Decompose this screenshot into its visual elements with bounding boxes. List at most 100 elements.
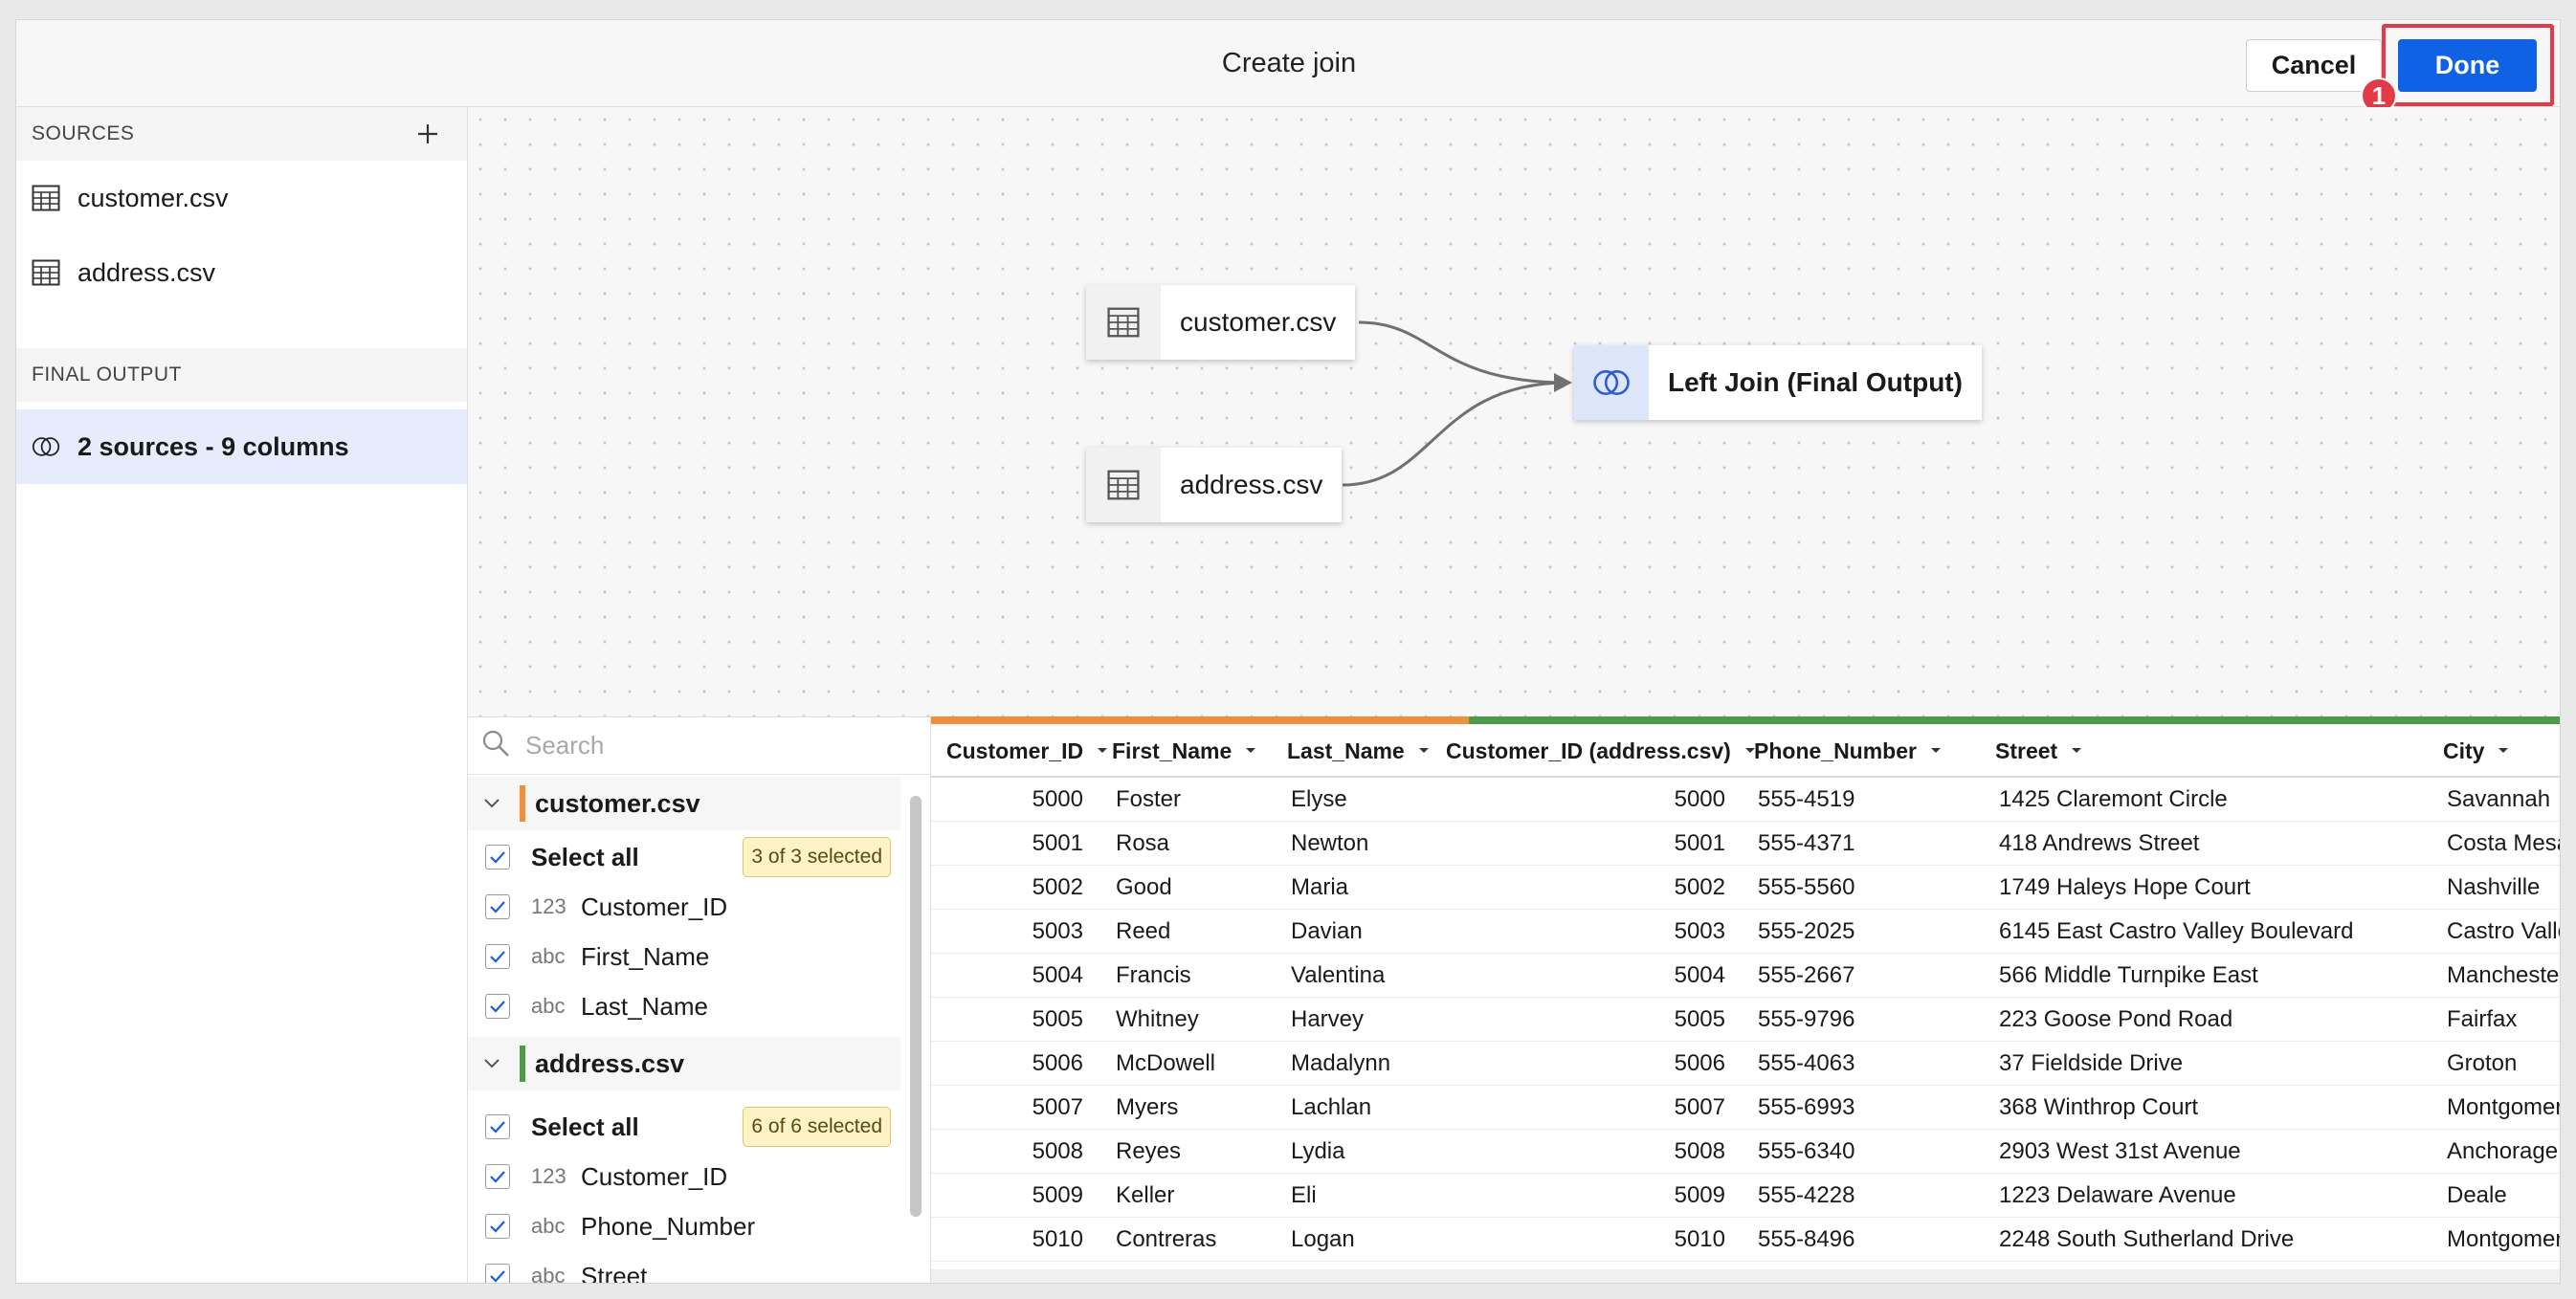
column-header[interactable]: Last_Name [1272,724,1431,778]
sources-heading: SOURCES [16,107,467,161]
column-item[interactable]: abc Phone_Number [468,1201,900,1251]
table-cell: Montgomery [2447,1094,2560,1120]
table-cell: 555-5560 [1758,874,1855,900]
source-color-strip [931,716,2560,724]
table-cell: 5007 [1674,1094,1725,1120]
done-button[interactable]: Done [2398,39,2537,92]
sidebar-item-label: address.csv [78,257,216,287]
column-header-label: First_Name [1112,738,1232,763]
checkbox[interactable] [485,944,510,969]
column-header[interactable]: First_Name [1097,724,1272,778]
table-row: 5010 Contreras Logan 5010 555-8496 2248 South… [931,1218,2560,1262]
caret-down-icon[interactable] [1418,745,1430,757]
select-all-customer[interactable]: Select all 3 of 3 selected [468,832,900,882]
table-cell: Elyse [1291,786,1347,812]
table-row: 5002 Good Maria 5002 555-5560 1749 Haleys Hop… [931,866,2560,910]
column-header[interactable]: Customer_ID (address.csv) [1431,724,1755,778]
table-cell: 555-2667 [1758,962,1855,988]
table-cell: Rosa [1116,830,1170,856]
search-input[interactable] [525,731,908,760]
column-name: Street [581,1261,648,1284]
table-cell: 555-2025 [1758,918,1855,944]
table-horizontal-scrollbar[interactable] [931,1269,2560,1283]
column-header[interactable]: Customer_ID [931,724,1108,778]
table-cell: Montgomery [2447,1226,2560,1252]
column-header[interactable]: Street [1980,724,2428,778]
caret-down-icon[interactable] [1245,745,1256,757]
join-canvas[interactable]: customer.csv address.csv Left Join (Fina… [468,107,2560,716]
table-cell: 5009 [1674,1182,1725,1208]
table-cell: 5009 [1032,1182,1083,1208]
table-cell: Newton [1291,830,1369,856]
table-cell: 2903 West 31st Avenue [1999,1138,2241,1164]
table-cell: 5006 [1032,1050,1083,1076]
table-cell: Madalynn [1291,1050,1391,1076]
checkbox[interactable] [485,994,510,1019]
table-cell: 555-6993 [1758,1094,1855,1120]
selected-count-badge: 6 of 6 selected [743,1107,891,1147]
table-cell: Deale [2447,1182,2507,1208]
canvas-node-customer-csv[interactable]: customer.csv [1086,285,1356,360]
checkbox[interactable] [485,1214,510,1239]
selected-count-badge: 3 of 3 selected [743,837,891,877]
table-cell: 5008 [1674,1138,1725,1164]
checkbox[interactable] [485,1264,510,1283]
column-type: 123 [531,1164,566,1188]
table-icon [1086,285,1161,360]
group-header-customer-csv[interactable]: customer.csv [468,777,900,830]
group-header-address-csv[interactable]: address.csv [468,1037,900,1090]
select-all-address[interactable]: Select all 6 of 6 selected [468,1102,900,1152]
source-color-bar [520,1046,525,1082]
customer-source-strip [931,716,1469,724]
column-item[interactable]: abc First_Name [468,932,900,981]
checkbox[interactable] [485,1114,510,1139]
caret-down-icon[interactable] [1930,745,1942,757]
column-item[interactable]: 123 Customer_ID [468,882,900,932]
column-header[interactable]: City [2428,724,2560,778]
select-all-label: Select all [531,1112,639,1141]
checkbox[interactable] [485,845,510,870]
table-cell: 5005 [1674,1006,1725,1032]
table-row: 5008 Reyes Lydia 5008 555-6340 2903 West 31st… [931,1130,2560,1174]
picker-scrollbar[interactable] [908,796,923,1217]
column-header-label: City [2443,738,2485,763]
search-icon [481,729,510,762]
caret-down-icon[interactable] [2498,745,2509,757]
column-name: Customer_ID [581,892,728,921]
table-cell: Lachlan [1291,1094,1372,1120]
checkbox[interactable] [485,1164,510,1189]
node-label: customer.csv [1180,307,1337,337]
picker-scroll-thumb[interactable] [910,796,922,1217]
sidebar-item-final-output[interactable]: 2 sources - 9 columns [16,409,467,484]
sidebar-item-customer-csv[interactable]: customer.csv [16,161,467,235]
sidebar-item-address-csv[interactable]: address.csv [16,235,467,310]
column-name: Last_Name [581,991,708,1021]
table-cell: 223 Goose Pond Road [1999,1006,2233,1032]
table-cell: 5000 [1032,786,1083,812]
column-item[interactable]: abc Last_Name [468,981,900,1031]
table-header: Customer_ID First_Name Last_Name Customer_I… [931,724,2560,778]
canvas-node-left-join[interactable]: Left Join (Final Output) [1574,345,1982,420]
column-item[interactable]: 123 Customer_ID [468,1152,900,1201]
table-cell: Castro Valley [2447,918,2560,944]
caret-down-icon[interactable] [2071,745,2082,757]
chevron-down-icon[interactable] [481,793,502,814]
column-item[interactable]: abc Street [468,1251,900,1284]
cancel-button[interactable]: Cancel [2246,39,2382,92]
table-cell: Groton [2447,1050,2518,1076]
table-icon [1086,448,1161,522]
table-cell: 555-6340 [1758,1138,1855,1164]
chevron-down-icon[interactable] [481,1053,502,1074]
sidebar-item-label: 2 sources - 9 columns [78,431,349,461]
table-cell: Contreras [1116,1226,1217,1252]
column-header[interactable]: Phone_Number [1739,724,1980,778]
table-cell: 2248 South Sutherland Drive [1999,1226,2295,1252]
sidebar-item-label: customer.csv [78,183,229,212]
column-header-label: Street [1995,738,2058,763]
dialog-header: Create join Cancel Done 1 [16,20,2560,114]
canvas-node-address-csv[interactable]: address.csv [1086,448,1343,522]
table-cell: McDowell [1116,1050,1216,1076]
table-cell: 555-4228 [1758,1182,1855,1208]
checkbox[interactable] [485,894,510,919]
add-source-icon[interactable] [409,115,447,153]
